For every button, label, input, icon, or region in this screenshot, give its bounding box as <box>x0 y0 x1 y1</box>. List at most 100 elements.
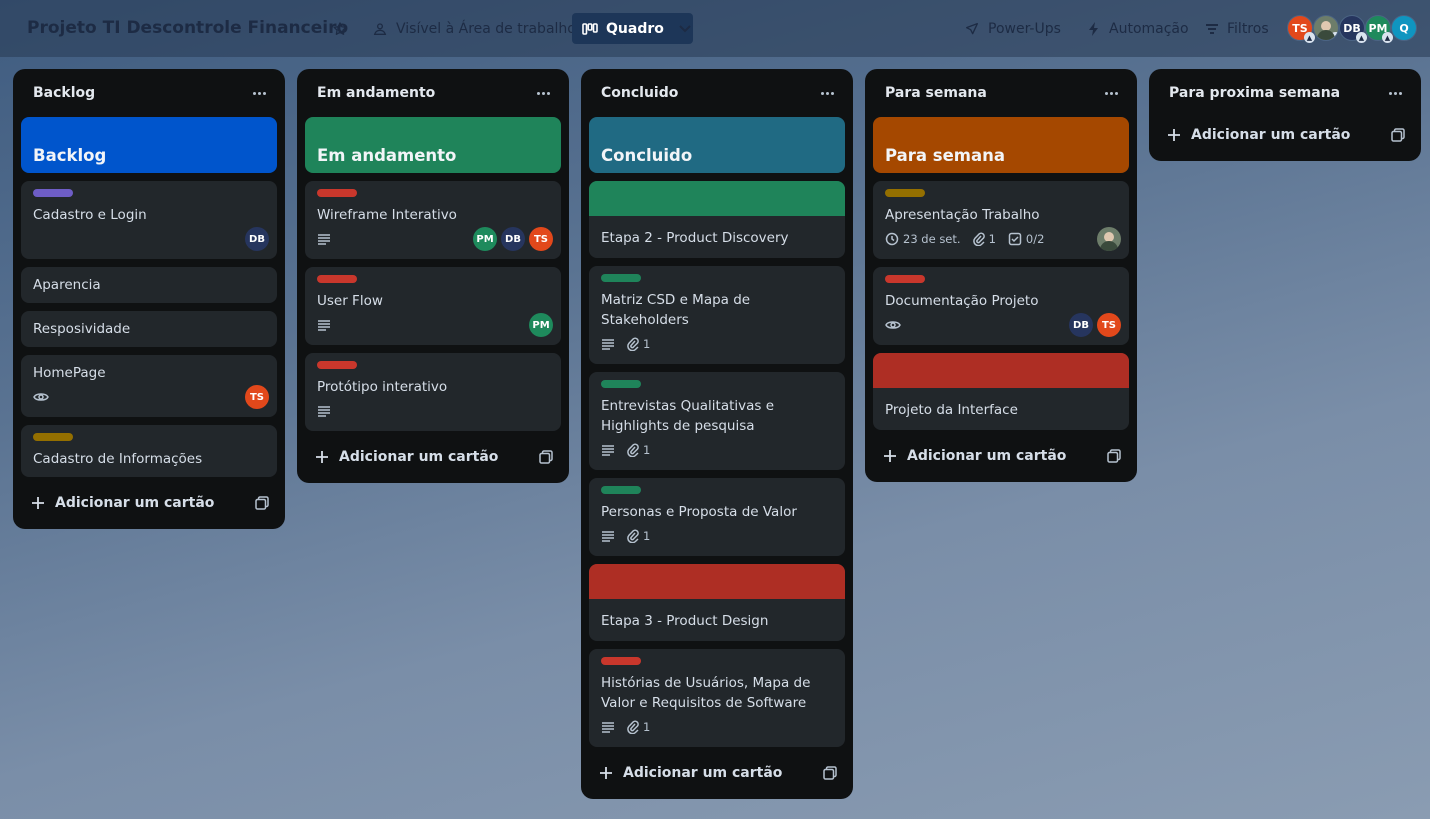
card[interactable]: Documentação Projeto DB TS <box>873 267 1129 345</box>
add-card-button[interactable]: Adicionar um cartão <box>589 755 845 791</box>
cover-card[interactable]: Em andamento <box>305 117 561 173</box>
more-icon[interactable] <box>533 85 553 101</box>
view-board-button[interactable]: Quadro <box>572 13 693 44</box>
add-card-label: Adicionar um cartão <box>907 448 1067 464</box>
list-title[interactable]: Concluido <box>601 85 678 101</box>
avatar[interactable]: DB ▲ <box>1339 15 1367 43</box>
card[interactable]: Cadastro de Informações <box>21 425 277 477</box>
card-label[interactable] <box>885 189 925 197</box>
card-label[interactable] <box>601 657 641 665</box>
card-title: Histórias de Usuários, Mapa de Valor e R… <box>601 675 811 711</box>
template-icon[interactable] <box>1391 128 1405 142</box>
card-label[interactable] <box>601 274 641 282</box>
card-title: Personas e Proposta de Valor <box>601 504 797 520</box>
cover-card[interactable]: Para semana <box>873 117 1129 173</box>
due-date-badge[interactable]: 23 de set. <box>885 232 961 246</box>
member-avatar[interactable] <box>1097 227 1121 251</box>
list-title[interactable]: Para semana <box>885 85 987 101</box>
card-label[interactable] <box>601 380 641 388</box>
list-title[interactable]: Para proxima semana <box>1169 85 1340 101</box>
add-card-button[interactable]: Adicionar um cartão <box>305 439 561 475</box>
view-switcher-button[interactable] <box>677 20 693 40</box>
card[interactable]: Resposividade <box>21 311 277 347</box>
cover-card-title: Backlog <box>21 117 277 173</box>
cover-card[interactable]: Concluido <box>589 117 845 173</box>
description-icon <box>601 444 615 456</box>
card[interactable]: Etapa 3 - Product Design <box>589 564 845 641</box>
list-title[interactable]: Backlog <box>33 85 95 101</box>
card[interactable]: HomePage TS <box>21 355 277 417</box>
card-label[interactable] <box>317 275 357 283</box>
card[interactable]: Entrevistas Qualitativas e Highlights de… <box>589 372 845 470</box>
card[interactable]: Etapa 2 - Product Discovery <box>589 181 845 258</box>
due-date-text: 23 de set. <box>903 232 961 246</box>
member-avatar[interactable]: PM <box>473 227 497 251</box>
chevron-down-icon <box>679 25 691 33</box>
card[interactable]: Apresentação Trabalho 23 de set. 1 0/2 <box>873 181 1129 259</box>
card[interactable]: Cadastro e Login DB <box>21 181 277 259</box>
more-icon[interactable] <box>1101 85 1121 101</box>
avatar[interactable]: TS ▲ <box>1287 15 1315 43</box>
card-title: Protótipo interativo <box>317 379 448 395</box>
more-icon[interactable] <box>249 85 269 101</box>
card[interactable]: Projeto da Interface <box>873 353 1129 430</box>
member-avatar[interactable]: DB <box>501 227 525 251</box>
cover-card[interactable]: Backlog <box>21 117 277 173</box>
add-card-button[interactable]: Adicionar um cartão <box>21 485 277 521</box>
member-avatar[interactable]: PM <box>529 313 553 337</box>
member-avatar[interactable]: TS <box>529 227 553 251</box>
member-avatar[interactable]: DB <box>1069 313 1093 337</box>
filters-button[interactable]: Filtros <box>1205 13 1269 44</box>
card[interactable]: User Flow PM <box>305 267 561 345</box>
card[interactable]: Personas e Proposta de Valor 1 <box>589 478 845 556</box>
eye-icon <box>33 391 49 403</box>
card-title: Matriz CSD e Mapa de Stakeholders <box>601 292 751 328</box>
member-avatar[interactable]: TS <box>245 385 269 409</box>
attachments-badge: 1 <box>627 443 650 457</box>
card-label[interactable] <box>33 189 73 197</box>
card-label[interactable] <box>601 486 641 494</box>
more-icon[interactable] <box>1385 85 1405 101</box>
template-icon[interactable] <box>823 766 837 780</box>
card-label[interactable] <box>317 189 357 197</box>
template-icon[interactable] <box>1107 449 1121 463</box>
card-title: Cadastro e Login <box>33 207 147 223</box>
card-badges <box>33 227 265 251</box>
description-icon <box>317 405 331 417</box>
more-icon[interactable] <box>817 85 837 101</box>
card-label[interactable] <box>317 361 357 369</box>
board-title[interactable]: Projeto TI Descontrole Financeiro <box>27 18 348 38</box>
star-button[interactable] <box>332 13 350 44</box>
card-badges: 1 <box>601 438 833 462</box>
add-card-button[interactable]: Adicionar um cartão <box>1157 117 1413 153</box>
filters-label: Filtros <box>1227 20 1269 37</box>
member-avatar[interactable]: TS <box>1097 313 1121 337</box>
paperclip-icon <box>627 720 639 734</box>
avatar[interactable]: ▲ <box>1313 15 1339 41</box>
template-icon[interactable] <box>539 450 553 464</box>
description-icon <box>317 319 331 331</box>
avatar[interactable]: Q <box>1391 15 1417 41</box>
card[interactable]: Histórias de Usuários, Mapa de Valor e R… <box>589 649 845 747</box>
card-title: Projeto da Interface <box>885 402 1018 418</box>
list-title[interactable]: Em andamento <box>317 85 435 101</box>
automation-button[interactable]: Automação <box>1087 13 1189 44</box>
add-card-label: Adicionar um cartão <box>1191 127 1351 143</box>
power-ups-button[interactable]: Power-Ups <box>964 13 1061 44</box>
board-view-icon <box>582 22 598 35</box>
add-card-button[interactable]: Adicionar um cartão <box>873 438 1129 474</box>
card[interactable]: Aparencia <box>21 267 277 303</box>
card-label[interactable] <box>33 433 73 441</box>
card[interactable]: Wireframe Interativo PM DB TS <box>305 181 561 259</box>
list-1: Em andamento Em andamento Wireframe Intera… <box>297 69 569 483</box>
visibility-button[interactable]: Visível à Área de trabalho <box>372 13 576 44</box>
cover-card-title: Concluido <box>589 117 845 173</box>
card-label[interactable] <box>885 275 925 283</box>
card[interactable]: Matriz CSD e Mapa de Stakeholders 1 <box>589 266 845 364</box>
card[interactable]: Protótipo interativo <box>305 353 561 431</box>
card-title: Documentação Projeto <box>885 293 1039 309</box>
list-header: Concluido <box>589 69 845 117</box>
template-icon[interactable] <box>255 496 269 510</box>
avatar[interactable]: PM ▲ <box>1365 15 1393 43</box>
member-avatar[interactable]: DB <box>245 227 269 251</box>
